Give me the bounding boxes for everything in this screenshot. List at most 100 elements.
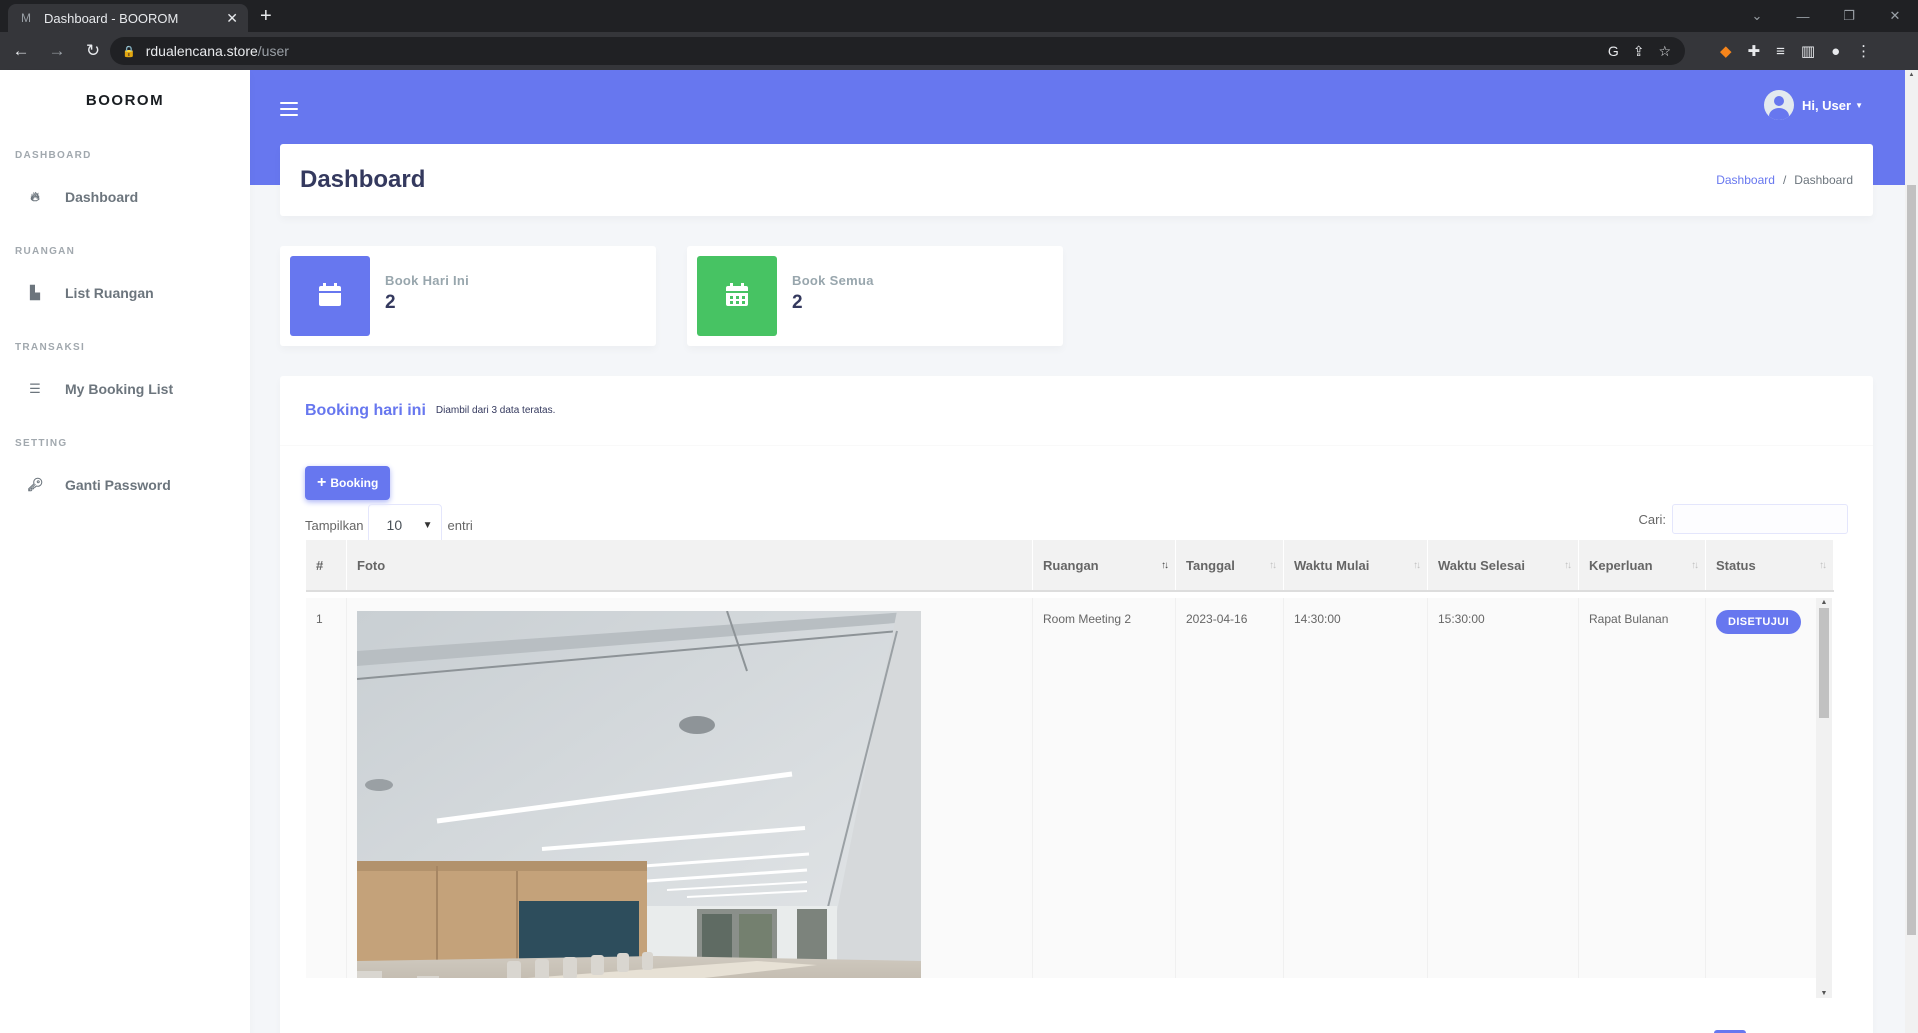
sidebar-item-list-ruangan[interactable]: ▙ List Ruangan [0,268,250,318]
stat-label: Book Semua [792,273,874,288]
sidebar-brand[interactable]: BOOROM [0,70,250,130]
column-label: Waktu Mulai [1294,557,1370,573]
sidebar-item-label: Dashboard [65,189,139,205]
column-label: Ruangan [1043,557,1099,573]
add-booking-label: Booking [330,476,379,490]
sort-icon: ↑↓ [1819,560,1827,571]
restore-icon[interactable]: ❐ [1826,0,1872,32]
breadcrumb-current: Dashboard [1794,173,1853,187]
cell-waktu-selesai: 15:30:00 [1428,598,1579,978]
stat-card-book-hari-ini: Book Hari Ini 2 [280,246,656,346]
forward-icon[interactable]: → [42,41,72,61]
sort-icon: ↑↓ [1564,560,1572,571]
app-root: Hi, User ▼ BOOROM DASHBOARD 🔥︎ Dashboard… [0,70,1918,1033]
cell-tanggal: 2023-04-16 [1176,598,1284,978]
stat-label: Book Hari Ini [385,273,470,288]
window-controls: ⌄ — ❐ ✕ [1734,0,1918,32]
menu-header-transaksi: TRANSAKSI [15,341,86,353]
browser-menu-icon[interactable]: ⋮ [1856,42,1871,60]
menu-header-setting: SETTING [15,437,68,449]
reload-icon[interactable]: ↻ [78,41,108,61]
sidebar-item-dashboard[interactable]: 🔥︎ Dashboard [0,172,250,222]
add-booking-button[interactable]: + Booking [305,466,391,500]
column-label: # [316,557,324,573]
close-tab-icon[interactable]: ✕ [226,10,238,27]
metamask-icon[interactable]: ◆ [1720,42,1732,60]
page-scroll-up-icon[interactable]: ▲ [1905,72,1918,78]
google-icon[interactable]: G [1608,43,1619,59]
cell-ruangan: Room Meeting 2 [1033,598,1176,978]
caret-down-icon: ▼ [1855,100,1863,110]
column-label: Status [1716,557,1756,573]
back-icon[interactable]: ← [6,41,36,61]
column-header-foto[interactable]: Foto [347,540,1033,590]
table-row: 1 Room Meeting 2 2023-04-16 14:30:00 15:… [306,598,1818,978]
browser-tab-strip: M Dashboard - BOOROM ✕ + ⌄ — ❐ ✕ [0,0,1918,32]
column-label: Waktu Selesai [1438,557,1525,573]
side-panel-icon[interactable]: ▥ [1801,42,1815,60]
omnibox-actions: G ⇪ ☆ [1608,37,1671,65]
cell-number: 1 [306,598,347,978]
page-scrollbar[interactable]: ▲ [1905,70,1918,1033]
booking-table: # Foto Ruangan ↑↓ Tanggal ↑↓ Waktu Mulai ↑↓… [306,540,1834,1033]
extensions-puzzle-icon[interactable]: ✚ [1748,42,1761,60]
share-icon[interactable]: ⇪ [1633,43,1645,60]
bookmark-star-icon[interactable]: ☆ [1658,43,1671,60]
user-greeting: Hi, User [1801,97,1852,113]
site-favicon-icon: M [21,11,31,25]
window-close-icon[interactable]: ✕ [1872,0,1918,32]
hamburger-menu-icon[interactable] [280,98,298,120]
booking-card: Booking hari ini Diambil dari 3 data ter… [280,376,1873,1033]
breadcrumb-link-dashboard[interactable]: Dashboard [1716,173,1775,187]
column-header-number[interactable]: # [306,540,347,590]
page-scrollbar-thumb[interactable] [1907,185,1916,935]
column-header-tanggal[interactable]: Tanggal ↑↓ [1176,540,1284,590]
column-header-keperluan[interactable]: Keperluan ↑↓ [1579,540,1706,590]
media-queue-icon[interactable]: ≡ [1776,43,1785,60]
sidebar-item-my-booking-list[interactable]: ☰ My Booking List [0,364,250,414]
key-icon: 🔑︎ [27,477,44,492]
sort-icon: ↑↓ [1269,560,1277,571]
column-header-waktu-mulai[interactable]: Waktu Mulai ↑↓ [1284,540,1428,590]
column-header-status[interactable]: Status ↑↓ [1706,540,1834,590]
table-scrollbar[interactable]: ▲ ▼ [1816,598,1832,998]
scroll-down-icon[interactable]: ▼ [1816,990,1832,997]
sidebar-item-label: Ganti Password [65,477,171,493]
plus-icon: + [317,474,327,491]
menu-header-ruangan: RUANGAN [15,245,76,257]
browser-tab[interactable]: M Dashboard - BOOROM ✕ [8,4,248,32]
page-title: Dashboard [300,166,426,193]
card-subtitle: Diambil dari 3 data teratas. [435,405,556,416]
table-scrollbar-thumb[interactable] [1819,608,1829,718]
tab-search-icon[interactable]: ⌄ [1734,0,1780,32]
door-icon: ▙ [30,285,40,300]
sidebar-item-label: List Ruangan [65,285,154,301]
column-header-waktu-selesai[interactable]: Waktu Selesai ↑↓ [1428,540,1579,590]
address-bar[interactable]: 🔒 rdualencana.store/user G ⇪ ☆ [110,37,1685,65]
minimize-icon[interactable]: — [1780,0,1826,32]
column-label: Tanggal [1186,557,1235,573]
avatar [1763,90,1794,120]
extension-icons: ◆ ✚ ≡ ▥ ● ⋮ [1720,32,1871,70]
entries-per-page-value: 10 [386,517,403,533]
card-header: Booking hari ini Diambil dari 3 data ter… [280,376,1873,446]
cell-status: DISETUJUI [1706,598,1818,978]
calendar-grid-icon [697,256,777,336]
search-input[interactable] [1672,504,1848,534]
scroll-up-icon[interactable]: ▲ [1816,599,1832,606]
lock-icon: 🔒 [122,45,136,58]
sidebar-item-label: My Booking List [65,381,174,397]
sidebar-item-ganti-password[interactable]: 🔑︎ Ganti Password [0,460,250,510]
column-header-ruangan[interactable]: Ruangan ↑↓ [1033,540,1176,590]
tab-title: Dashboard - BOOROM [44,10,179,26]
profile-icon[interactable]: ● [1831,43,1840,60]
room-photo[interactable] [357,611,921,978]
search-label: Cari: [1638,511,1666,527]
column-label: Foto [357,557,386,573]
new-tab-icon[interactable]: + [260,4,272,28]
breadcrumb-separator: / [1782,173,1787,187]
user-dropdown[interactable]: Hi, User ▼ [1763,90,1863,120]
length-suffix: entri [447,517,473,533]
card-title: Booking hari ini [305,401,426,419]
cell-foto [347,598,1033,978]
